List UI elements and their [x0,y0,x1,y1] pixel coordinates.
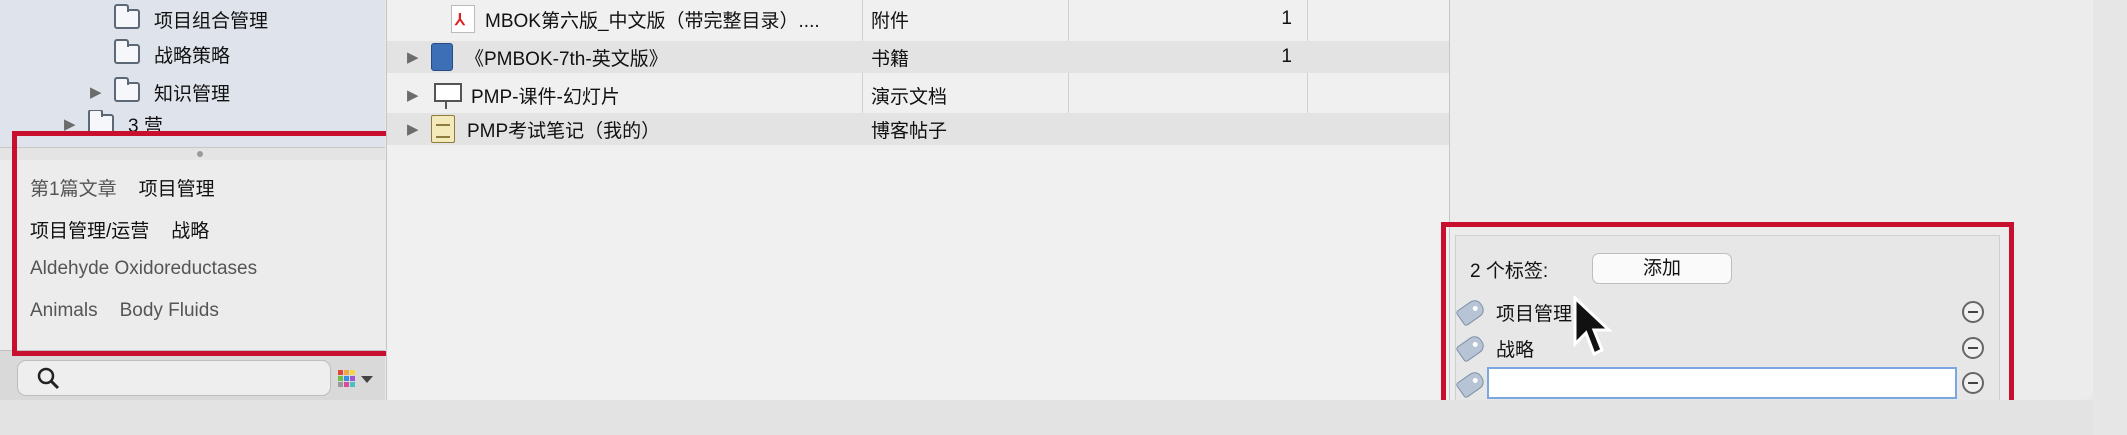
presentation-icon [431,81,462,109]
disclosure-triangle-icon[interactable]: ▶ [407,86,423,104]
color-label-menu-button[interactable] [336,363,378,393]
document-row[interactable]: ▶ PMP-课件-幻灯片 演示文档 [387,79,1449,111]
folder-icon [114,39,140,64]
document-kind: 附件 [871,10,910,32]
sidebar-item-knowledge[interactable]: ▶ 知识管理 [90,76,230,108]
search-icon [37,367,60,390]
highlight-box-tag-cloud [12,131,392,356]
folder-icon [114,4,140,29]
book-icon [431,43,453,71]
sidebar-item-portfolio[interactable]: 项目组合管理 [90,3,268,35]
document-row[interactable]: ▶ 《PMBOK-7th-英文版》 书籍 1 [387,41,1449,73]
mouse-pointer-icon [1573,296,1613,357]
document-count: 1 [1281,46,1292,67]
document-row[interactable]: ▶ PMP考试笔记（我的） 博客帖子 [387,113,1449,145]
disclosure-triangle-icon[interactable]: ▶ [407,48,423,66]
disclosure-triangle-icon[interactable]: ▶ [90,83,106,101]
document-list: ⅄ MBOK第六版_中文版（带完整目录）.... 附件 1 ▶ 《PMBOK-7… [386,0,1449,400]
document-row[interactable]: ⅄ MBOK第六版_中文版（带完整目录）.... 附件 1 [387,3,1449,35]
document-name: 《PMBOK-7th-英文版》 [465,48,668,70]
document-kind: 博客帖子 [871,120,948,142]
search-input[interactable] [64,365,318,391]
document-name: PMP考试笔记（我的） [467,120,661,142]
document-kind: 书籍 [871,48,910,70]
highlight-box-tags [1441,222,2014,422]
window-edge [2093,0,2127,435]
folder-icon [114,77,140,102]
sidebar-item-label: 项目组合管理 [154,10,269,32]
sidebar-item-label: 知识管理 [154,83,231,105]
document-count: 1 [1281,8,1292,29]
note-icon [431,115,455,143]
sidebar-item-strategy[interactable]: 战略策略 [90,38,230,70]
document-name: PMP-课件-幻灯片 [471,86,620,108]
window-footer [0,400,2093,435]
pdf-icon: ⅄ [451,5,475,33]
document-name: MBOK第六版_中文版（带完整目录）.... [485,10,820,32]
search-field[interactable] [17,360,331,396]
sidebar-item-label: 战略策略 [154,45,231,67]
disclosure-triangle-icon[interactable]: ▶ [407,120,423,138]
color-grid-icon [338,370,373,387]
document-kind: 演示文档 [871,86,948,108]
